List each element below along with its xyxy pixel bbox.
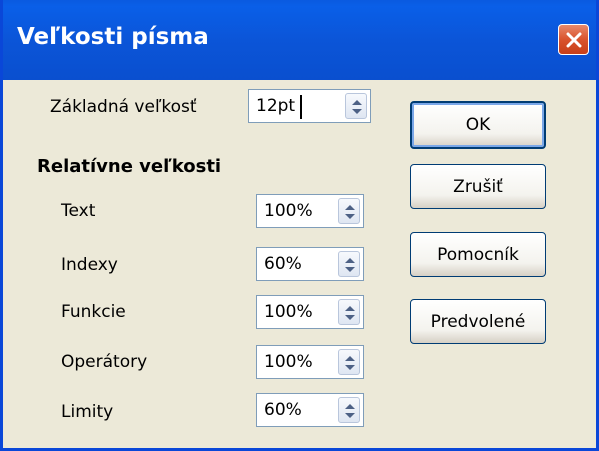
spin-arrows-icon [345,258,355,272]
spin-arrows-icon [345,205,355,219]
title-bar[interactable]: Veľkosti písma [3,0,596,80]
operators-spin-button[interactable] [338,349,360,375]
spin-arrows-icon [345,404,355,418]
help-button[interactable]: Pomocník [410,232,546,277]
indexes-spinbox[interactable]: 60% [256,247,364,281]
base-size-spinbox[interactable]: 12pt [248,89,371,123]
operators-spinbox[interactable]: 100% [256,345,364,379]
text-label: Text [61,201,96,221]
relative-sizes-heading: Relatívne veľkosti [37,156,222,177]
window-title: Veľkosti písma [17,24,209,50]
functions-spinbox[interactable]: 100% [256,295,364,329]
limits-spin-button[interactable] [338,397,360,423]
close-icon [566,32,582,48]
spin-arrows-icon [345,356,355,370]
functions-spin-button[interactable] [338,299,360,325]
font-sizes-dialog: Veľkosti písma Základná veľkosť 12pt Rel… [0,0,599,451]
limits-label: Limity [61,402,114,422]
spin-arrows-icon [345,306,355,320]
base-size-value: 12pt [256,96,296,116]
base-size-spin-button[interactable] [345,93,367,119]
base-size-label: Základná veľkosť [50,97,197,117]
functions-value: 100% [264,302,313,322]
indexes-label: Indexy [61,255,118,275]
limits-spinbox[interactable]: 60% [256,393,364,427]
text-caret [300,95,302,119]
text-spinbox[interactable]: 100% [256,194,364,228]
operators-value: 100% [264,352,313,372]
functions-label: Funkcie [61,302,126,322]
text-value: 100% [264,201,313,221]
limits-value: 60% [264,400,302,420]
default-button[interactable]: Predvolené [410,299,546,344]
close-button[interactable] [558,24,589,55]
spin-arrows-icon [352,100,362,114]
indexes-value: 60% [264,254,302,274]
operators-label: Operátory [61,352,148,372]
indexes-spin-button[interactable] [338,251,360,277]
ok-button[interactable]: OK [410,101,546,149]
cancel-button[interactable]: Zrušiť [410,164,546,209]
text-spin-button[interactable] [338,198,360,224]
